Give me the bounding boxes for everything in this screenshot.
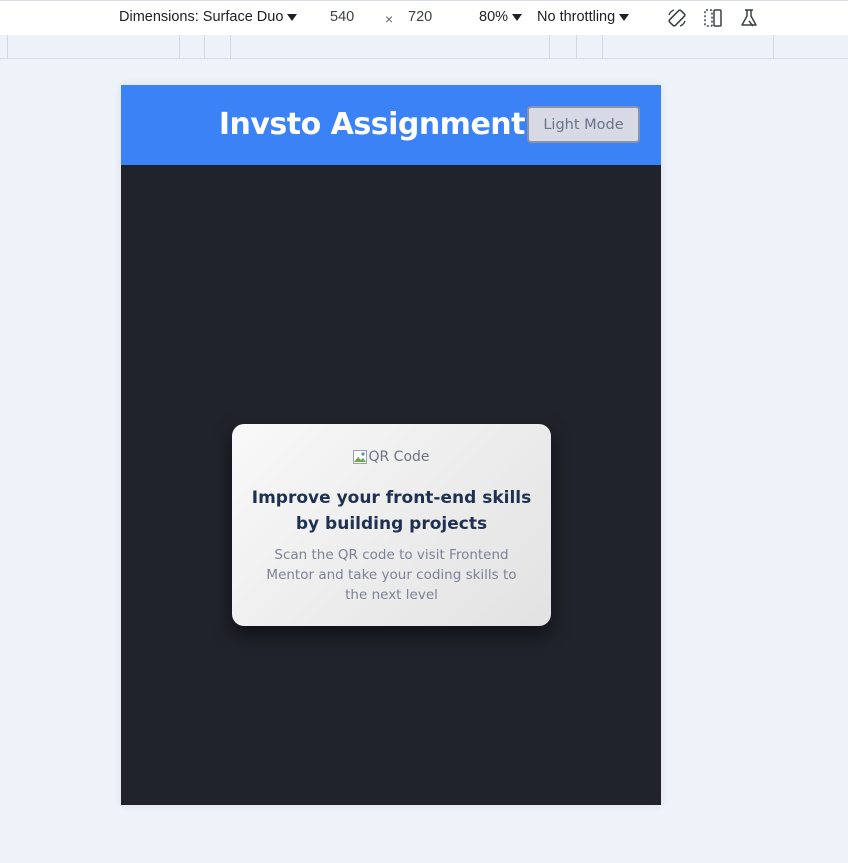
media-query-ruler <box>0 35 848 59</box>
ruler-divider <box>602 35 603 59</box>
card-heading: Improve your front-end skills by buildin… <box>251 488 532 534</box>
dimension-separator: × <box>385 11 394 27</box>
chevron-down-icon <box>619 13 630 21</box>
qr-code-alt-text: QR Code <box>368 449 430 465</box>
width-input[interactable]: 540 <box>330 9 354 25</box>
app-header: Invsto Assignment Light Mode <box>121 85 661 165</box>
device-viewport: Invsto Assignment Light Mode QR Code Imp… <box>121 85 661 805</box>
zoom-selector[interactable]: 80% <box>479 9 523 25</box>
throttling-selector[interactable]: No throttling <box>537 9 630 25</box>
zoom-label: 80% <box>479 9 509 25</box>
card-description: Scan the QR code to visit Frontend Mento… <box>266 547 517 603</box>
ruler-divider <box>549 35 550 59</box>
ruler-divider <box>773 35 774 59</box>
ruler-divider <box>204 35 205 59</box>
broken-image-icon <box>353 450 368 464</box>
ruler-divider <box>576 35 577 59</box>
qr-code-image: QR Code <box>232 449 551 465</box>
rotate-icon[interactable] <box>666 7 688 29</box>
height-input[interactable]: 720 <box>408 9 432 25</box>
ruler-divider <box>179 35 180 59</box>
device-toolbar: Dimensions: Surface Duo 540 × 720 80% No… <box>0 0 848 35</box>
chevron-down-icon <box>287 13 298 21</box>
app-title: Invsto Assignment <box>218 107 526 142</box>
ruler-divider <box>230 35 231 59</box>
chevron-down-icon <box>512 13 523 21</box>
sensors-icon[interactable] <box>738 7 760 29</box>
ruler-divider <box>7 35 8 59</box>
dual-screen-icon[interactable] <box>702 7 724 29</box>
qr-card: QR Code Improve your front-end skills by… <box>232 424 551 626</box>
device-selector[interactable]: Dimensions: Surface Duo <box>119 9 298 25</box>
device-selector-label: Dimensions: Surface Duo <box>119 9 284 25</box>
light-mode-button[interactable]: Light Mode <box>527 106 640 143</box>
throttling-label: No throttling <box>537 9 616 25</box>
